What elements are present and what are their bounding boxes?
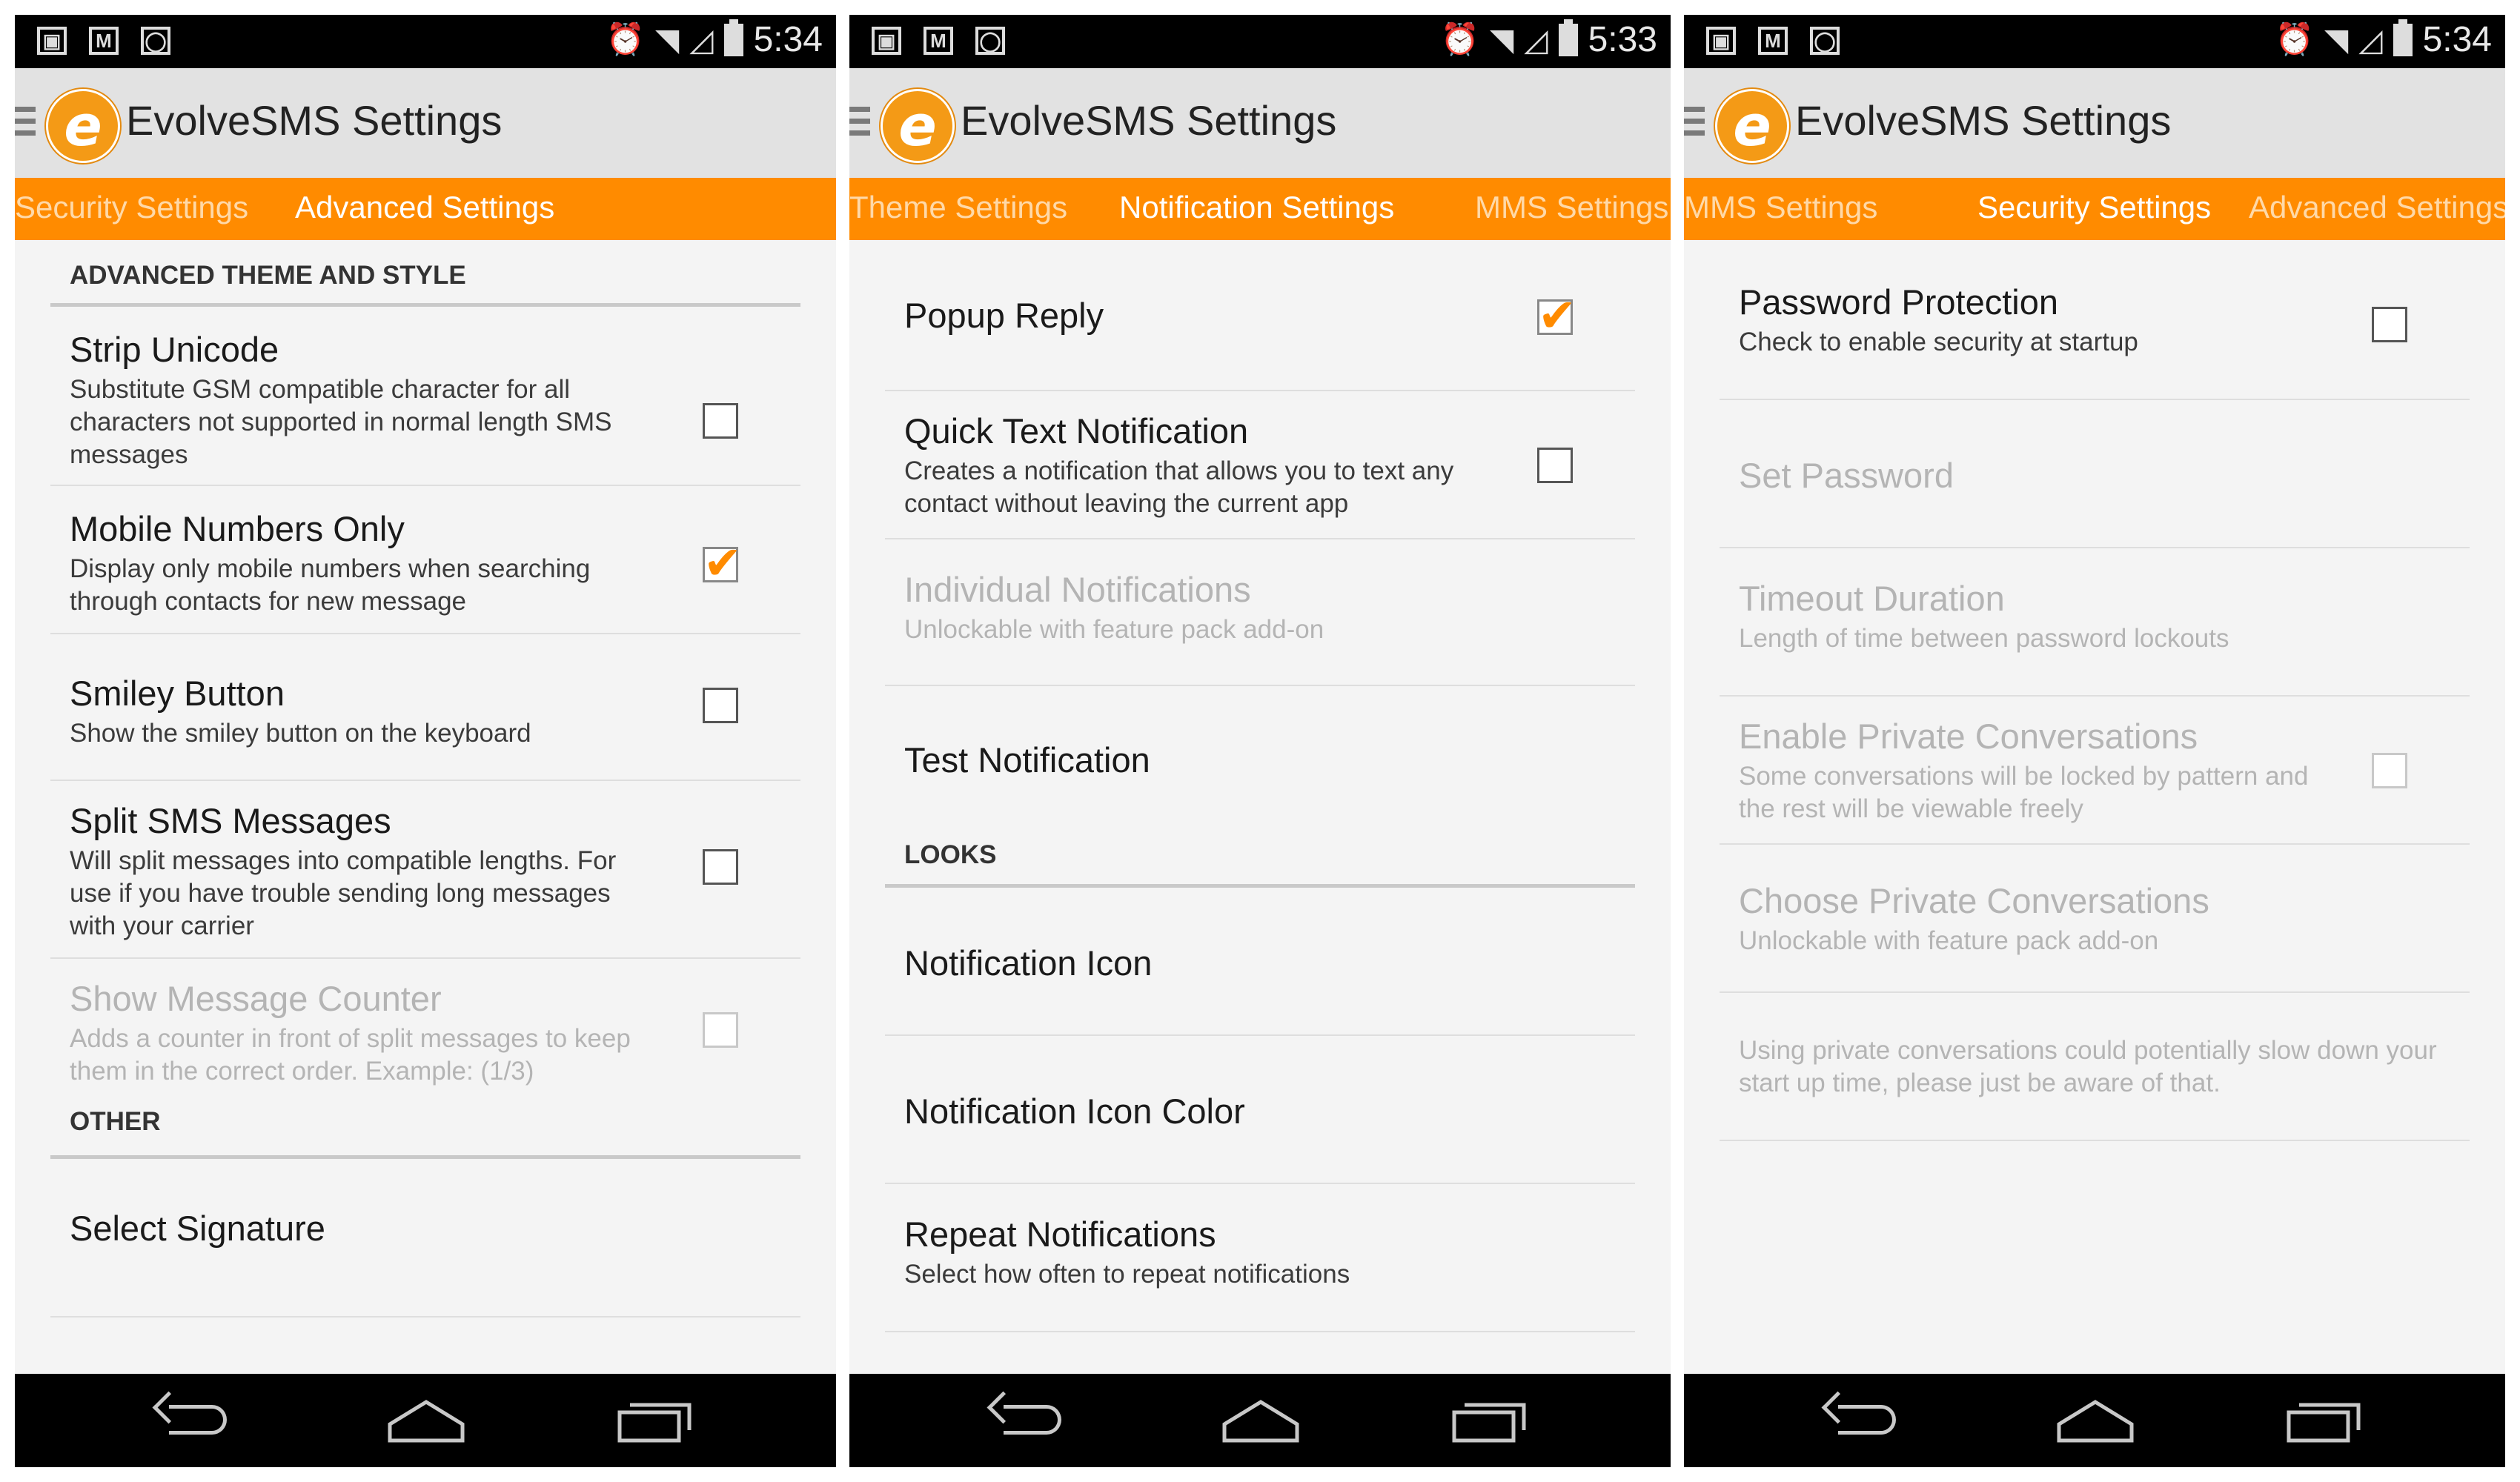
app-title: EvolveSMS Settings: [961, 97, 1337, 144]
status-time: 5:33: [1588, 20, 1657, 59]
category-header: LOOKS: [885, 820, 1635, 888]
tab-advanced-settings[interactable]: Advanced Settings: [2249, 190, 2505, 225]
gallery-notification-icon: ▣: [872, 27, 901, 55]
battery-icon: [2393, 19, 2413, 56]
settings-tab-strip: Security Settings Advanced Settings: [15, 178, 836, 240]
alarm-icon: ⏰: [606, 21, 645, 56]
pref-repeat-notifications[interactable]: Repeat Notifications Select how often to…: [885, 1184, 1635, 1332]
pref-test-notification[interactable]: Test Notification: [885, 686, 1635, 820]
tab-mms-settings[interactable]: MMS Settings: [1475, 190, 1668, 225]
settings-list: ADVANCED THEME AND STYLE Strip Unicode S…: [15, 240, 836, 1374]
wifi-icon: ◥: [2324, 22, 2349, 57]
tab-advanced-settings[interactable]: Advanced Settings: [295, 190, 554, 225]
gallery-notification-icon: ▣: [1706, 27, 1736, 55]
tab-notification-settings[interactable]: Notification Settings: [1119, 190, 1394, 225]
camera-notification-icon: ◯: [1810, 27, 1840, 55]
settings-list: Password Protection Check to enable secu…: [1684, 240, 2505, 1374]
tab-theme-settings[interactable]: Theme Settings: [849, 190, 1067, 225]
pref-split-sms-messages[interactable]: Split SMS Messages Will split messages i…: [50, 781, 800, 959]
pref-popup-reply[interactable]: Popup Reply: [885, 240, 1635, 391]
pref-password-protection[interactable]: Password Protection Check to enable secu…: [1720, 240, 2470, 400]
gmail-notification-icon: M: [1758, 27, 1788, 55]
navigation-bar: [849, 1374, 1671, 1467]
pref-strip-unicode[interactable]: Strip Unicode Substitute GSM compatible …: [50, 307, 800, 486]
checkbox[interactable]: [1537, 448, 1573, 483]
category-header: ADVANCED THEME AND STYLE: [50, 240, 800, 307]
tab-mms-settings[interactable]: MMS Settings: [1684, 190, 1877, 225]
camera-notification-icon: ◯: [141, 27, 170, 55]
settings-list: Popup Reply Quick Text Notification Crea…: [849, 240, 1671, 1374]
checkbox: [2372, 753, 2407, 788]
camera-notification-icon: ◯: [975, 27, 1005, 55]
recent-apps-icon[interactable]: [1450, 1395, 1531, 1446]
battery-icon: [723, 19, 743, 56]
pref-timeout-duration: Timeout Duration Length of time between …: [1720, 548, 2470, 697]
checkbox[interactable]: [2372, 307, 2407, 342]
status-time: 5:34: [2422, 20, 2492, 59]
pref-enable-private-conversations: Enable Private Conversations Some conver…: [1720, 697, 2470, 845]
pref-quick-text-notification[interactable]: Quick Text Notification Creates a notifi…: [885, 391, 1635, 539]
pref-select-signature[interactable]: Select Signature: [50, 1159, 800, 1317]
wifi-icon: ◥: [654, 22, 680, 57]
back-icon[interactable]: [1821, 1391, 1906, 1446]
app-logo-icon[interactable]: [46, 89, 120, 163]
navigation-bar: [15, 1374, 836, 1467]
home-icon[interactable]: [385, 1395, 467, 1446]
drawer-menu-icon[interactable]: [1684, 107, 1705, 142]
checkbox[interactable]: [1537, 288, 1576, 342]
tab-security-settings[interactable]: Security Settings: [15, 190, 248, 225]
back-icon[interactable]: [987, 1391, 1072, 1446]
tab-security-settings[interactable]: Security Settings: [1977, 190, 2211, 225]
phone-screen-advanced-settings: ▣ M ◯ ⏰ ◥ ◿ 5:34 EvolveSMS Settings Secu…: [15, 15, 836, 1467]
signal-icon: ◿: [2358, 22, 2383, 57]
signal-icon: ◿: [689, 22, 714, 57]
checkbox[interactable]: [703, 536, 742, 590]
navigation-bar: [1684, 1374, 2505, 1467]
pref-mobile-numbers-only[interactable]: Mobile Numbers Only Display only mobile …: [50, 486, 800, 634]
back-icon[interactable]: [152, 1391, 237, 1446]
settings-tab-strip: MMS Settings Security Settings Advanced …: [1684, 178, 2505, 240]
pref-individual-notifications: Individual Notifications Unlockable with…: [885, 539, 1635, 686]
checkbox[interactable]: [703, 403, 738, 439]
gmail-notification-icon: M: [89, 27, 119, 55]
action-bar: EvolveSMS Settings: [1684, 68, 2505, 178]
pref-set-password: Set Password: [1720, 400, 2470, 548]
pref-smiley-button[interactable]: Smiley Button Show the smiley button on …: [50, 634, 800, 781]
action-bar: EvolveSMS Settings: [849, 68, 1671, 178]
private-conversations-note: Using private conversations could potent…: [1720, 993, 2470, 1141]
drawer-menu-icon[interactable]: [15, 107, 36, 142]
action-bar: EvolveSMS Settings: [15, 68, 836, 178]
status-bar: ▣ M ◯ ⏰ ◥ ◿ 5:34: [15, 15, 836, 68]
app-title: EvolveSMS Settings: [126, 97, 503, 144]
app-logo-icon[interactable]: [1715, 89, 1789, 163]
recent-apps-icon[interactable]: [2284, 1395, 2366, 1446]
settings-tab-strip: Theme Settings Notification Settings MMS…: [849, 178, 1671, 240]
pref-notification-icon-color[interactable]: Notification Icon Color: [885, 1036, 1635, 1184]
battery-icon: [1558, 19, 1578, 56]
signal-icon: ◿: [1524, 22, 1548, 57]
checkbox: [703, 1012, 738, 1048]
alarm-icon: ⏰: [2275, 21, 2314, 56]
status-time: 5:34: [753, 20, 823, 59]
alarm-icon: ⏰: [1440, 21, 1479, 56]
pref-notification-icon[interactable]: Notification Icon: [885, 888, 1635, 1036]
gmail-notification-icon: M: [924, 27, 953, 55]
app-title: EvolveSMS Settings: [1795, 97, 2172, 144]
app-logo-icon[interactable]: [881, 89, 955, 163]
gallery-notification-icon: ▣: [37, 27, 67, 55]
home-icon[interactable]: [2055, 1395, 2136, 1446]
drawer-menu-icon[interactable]: [849, 107, 870, 142]
pref-show-message-counter: Show Message Counter Adds a counter in f…: [50, 959, 800, 1092]
status-bar: ▣ M ◯ ⏰ ◥ ◿ 5:33: [849, 15, 1671, 68]
recent-apps-icon[interactable]: [615, 1395, 697, 1446]
pref-choose-private-conversations: Choose Private Conversations Unlockable …: [1720, 845, 2470, 993]
home-icon[interactable]: [1220, 1395, 1302, 1446]
category-header: OTHER: [50, 1092, 800, 1159]
phone-screen-notification-settings: ▣ M ◯ ⏰ ◥ ◿ 5:33 EvolveSMS Settings Them…: [849, 15, 1671, 1467]
wifi-icon: ◥: [1489, 22, 1514, 57]
phone-screen-security-settings: ▣ M ◯ ⏰ ◥ ◿ 5:34 EvolveSMS Settings MMS …: [1684, 15, 2505, 1467]
status-bar: ▣ M ◯ ⏰ ◥ ◿ 5:34: [1684, 15, 2505, 68]
checkbox[interactable]: [703, 849, 738, 885]
checkbox[interactable]: [703, 688, 738, 723]
